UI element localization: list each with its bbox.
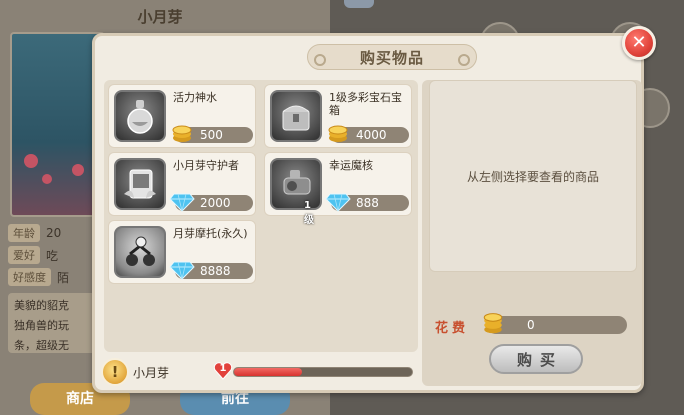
info-value: 吃 (46, 248, 59, 263)
diamond-icon (169, 261, 195, 280)
character-description: 美貌的貂克 独角兽的玩 条，超级无 (8, 293, 96, 353)
price-bar: 2000 (169, 193, 253, 212)
guardian-card-icon-graphic (124, 169, 156, 199)
preview-hint: 从左侧选择要查看的商品 (466, 169, 599, 184)
cost-bar: 0 (483, 313, 627, 334)
treasure-chest-icon-graphic (282, 105, 310, 131)
item-price: 2000 (200, 196, 231, 210)
item-price: 500 (200, 128, 223, 142)
npc-status-bar: ! 小月芽 1 (101, 358, 419, 388)
description-line: 条，超级无 (14, 339, 69, 352)
modal-title-plate: 购买物品 (307, 44, 477, 70)
description-line: 美貌的貂克 (14, 299, 69, 312)
character-portrait (10, 32, 105, 217)
item-name: 1级多彩宝石宝箱 (329, 91, 402, 117)
coin-icon (328, 125, 348, 142)
coin-icon (483, 313, 503, 334)
item-price: 888 (356, 196, 379, 210)
flower-decoration (24, 154, 38, 168)
info-key: 年龄 (8, 224, 40, 242)
price-bar: 500 (172, 125, 253, 143)
magic-core-icon: 1级 (270, 158, 322, 226)
affinity-progress-bar (233, 367, 413, 377)
shop-item[interactable]: 月芽摩托(永久) 8888 (108, 220, 256, 284)
info-key: 好感度 (8, 268, 51, 286)
motorcycle-icon-graphic (126, 236, 155, 266)
shop-item[interactable]: 小月芽守护者 2000 (108, 152, 256, 216)
coin-icon (172, 125, 192, 142)
affinity-level: 1 (219, 363, 227, 374)
info-row: 爱好 吃 (8, 244, 98, 266)
potion-icon-graphic (127, 100, 153, 134)
description-line: 独角兽的玩 (14, 319, 69, 332)
guardian-card-icon (114, 158, 166, 210)
close-button[interactable]: ✕ (622, 26, 656, 60)
info-value: 20 (46, 226, 62, 240)
item-name: 活力神水 (173, 91, 217, 104)
purchase-modal: 购买物品 活力神水 500 1级多彩宝石宝箱 4000 小月芽守护者 2000 … (92, 33, 644, 393)
motorcycle-icon (114, 226, 166, 278)
info-key: 爱好 (8, 246, 40, 264)
close-icon: ✕ (631, 32, 647, 53)
npc-name: 小月芽 (133, 366, 170, 380)
potion-icon (114, 90, 166, 142)
item-preview: 从左侧选择要查看的商品 (429, 80, 637, 272)
info-row: 年龄 20 (8, 222, 98, 244)
shop-item[interactable]: 1级多彩宝石宝箱 4000 (264, 84, 412, 148)
item-list: 活力神水 500 1级多彩宝石宝箱 4000 小月芽守护者 2000 1级 幸运… (104, 80, 418, 352)
info-row: 好感度 陌 (8, 266, 98, 288)
exclamation-icon[interactable]: ! (101, 358, 129, 386)
cost-value: 0 (527, 318, 535, 332)
price-bar: 8888 (169, 261, 253, 280)
item-price: 4000 (356, 128, 387, 142)
flower-decoration (42, 174, 52, 184)
shop-item[interactable]: 1级 幸运魔核 888 (264, 152, 412, 226)
item-name: 幸运魔核 (329, 159, 373, 172)
item-level-badge: 1级 (304, 200, 314, 226)
diamond-icon (325, 193, 351, 212)
item-name: 月芽摩托(永久) (173, 227, 248, 240)
modal-title: 购买物品 (359, 48, 424, 67)
info-value: 陌 (57, 270, 70, 285)
price-bar: 888 (325, 193, 409, 212)
affinity-progress-fill (234, 368, 302, 376)
flower-decoration (72, 164, 84, 176)
item-name: 小月芽守护者 (173, 159, 239, 172)
item-price: 8888 (200, 264, 231, 278)
character-name: 小月芽 (137, 8, 183, 26)
treasure-chest-icon (270, 90, 322, 142)
diamond-icon (169, 193, 195, 212)
character-info: 年龄 20 爱好 吃 好感度 陌 (8, 222, 98, 290)
price-bar: 4000 (328, 125, 409, 143)
magic-core-icon-graphic (283, 170, 311, 195)
cost-label: 花费 (435, 321, 470, 336)
shop-item[interactable]: 活力神水 500 (108, 84, 256, 148)
buy-button[interactable]: 购买 (489, 344, 583, 374)
gem-icon (344, 0, 374, 8)
